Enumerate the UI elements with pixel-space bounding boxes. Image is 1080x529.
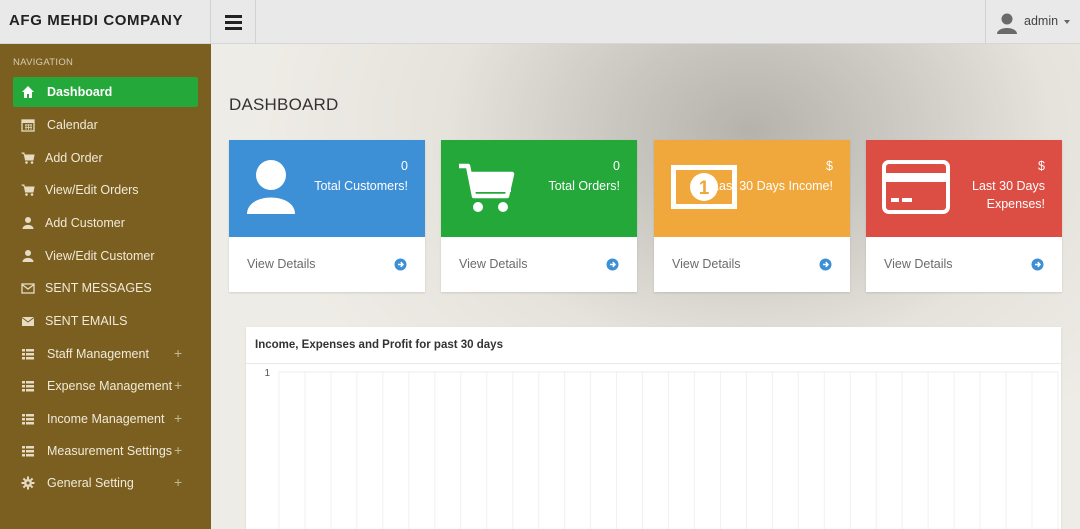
sidebar: NAVIGATION Dashboard Calendar Add Order … xyxy=(0,44,211,529)
sidebar-item-sent-emails[interactable]: SENT EMAILS xyxy=(13,306,198,336)
income-expense-chart: 1 xyxy=(264,368,1059,529)
sidebar-item-income-management[interactable]: Income Management + xyxy=(13,404,198,434)
view-details-label: View Details xyxy=(459,257,528,271)
sidebar-item-label: Measurement Settings xyxy=(47,444,173,458)
sidebar-item-label: View/Edit Customer xyxy=(45,249,155,263)
sidebar-item-label: Add Order xyxy=(45,151,103,165)
hamburger-icon xyxy=(225,15,242,18)
card-label: Last 30 Days Income! xyxy=(712,179,833,193)
card-label: Total Orders! xyxy=(548,179,620,193)
view-details-label: View Details xyxy=(884,257,953,271)
credit-card-icon xyxy=(882,160,950,214)
cart-icon xyxy=(21,184,35,196)
card-label-line: Last 30 Days xyxy=(972,179,1045,193)
arrow-circle-right-icon xyxy=(394,258,407,271)
card-value: 0 xyxy=(401,159,408,173)
caret-down-icon xyxy=(1064,20,1070,24)
svg-text:1: 1 xyxy=(699,178,710,199)
expand-icon: + xyxy=(174,474,183,490)
expand-icon: + xyxy=(174,442,183,458)
sidebar-item-view-edit-orders[interactable]: View/Edit Orders xyxy=(13,175,198,205)
sidebar-item-sent-messages[interactable]: SENT MESSAGES xyxy=(13,273,198,303)
sidebar-item-general-setting[interactable]: General Setting + xyxy=(13,468,198,498)
view-details-link[interactable]: View Details xyxy=(441,237,637,292)
chart-panel-title: Income, Expenses and Profit for past 30 … xyxy=(255,339,503,351)
card-value: $ xyxy=(826,159,833,173)
sidebar-item-label: Expense Management xyxy=(47,379,173,393)
arrow-circle-right-icon xyxy=(819,258,832,271)
sidebar-item-view-edit-customer[interactable]: View/Edit Customer xyxy=(13,241,198,271)
sidebar-item-label: Income Management xyxy=(47,412,165,426)
menu-toggle-button[interactable] xyxy=(211,0,256,44)
calendar-icon xyxy=(21,119,35,132)
sidebar-item-add-customer[interactable]: Add Customer xyxy=(13,208,198,238)
card-expenses: $ Last 30 Days Expenses! View Details xyxy=(866,140,1062,292)
user-icon xyxy=(247,160,295,214)
card-total-orders: 0 Total Orders! View Details xyxy=(441,140,637,292)
list-icon xyxy=(22,414,34,425)
envelope-icon xyxy=(21,317,35,326)
expand-icon: + xyxy=(174,345,183,361)
envelope-outline-icon xyxy=(21,283,35,294)
gear-icon xyxy=(21,476,35,490)
view-details-link[interactable]: View Details xyxy=(229,237,425,292)
view-details-link[interactable]: View Details xyxy=(654,237,850,292)
sidebar-item-dashboard[interactable]: Dashboard xyxy=(13,77,198,107)
card-label: Total Customers! xyxy=(314,179,408,193)
user-icon xyxy=(22,217,34,229)
sidebar-item-label: Dashboard xyxy=(47,85,113,99)
list-icon xyxy=(22,446,34,457)
list-icon xyxy=(22,381,34,392)
sidebar-item-label: Add Customer xyxy=(45,216,125,230)
sidebar-item-label: General Setting xyxy=(47,476,134,490)
user-avatar-icon xyxy=(996,11,1018,34)
user-menu[interactable]: admin xyxy=(985,0,1080,44)
view-details-label: View Details xyxy=(672,257,741,271)
cart-icon xyxy=(21,152,35,164)
chart-panel: Income, Expenses and Profit for past 30 … xyxy=(246,327,1061,529)
sidebar-item-label: Calendar xyxy=(47,118,98,132)
card-label-line: Expenses! xyxy=(986,197,1045,211)
sidebar-item-measurement-settings[interactable]: Measurement Settings + xyxy=(13,436,198,466)
cart-icon xyxy=(459,163,515,212)
card-value: 0 xyxy=(613,159,620,173)
user-name: admin xyxy=(1024,14,1059,28)
sidebar-item-calendar[interactable]: Calendar xyxy=(13,110,198,140)
sidebar-item-label: SENT MESSAGES xyxy=(45,281,152,295)
y-tick-label: 1 xyxy=(264,368,270,379)
sidebar-item-label: SENT EMAILS xyxy=(45,314,128,328)
view-details-link[interactable]: View Details xyxy=(866,237,1062,292)
card-label: Last 30 Days Expenses! xyxy=(972,177,1045,213)
top-navbar: AFG MEHDI COMPANY admin xyxy=(0,0,1080,44)
view-details-label: View Details xyxy=(247,257,316,271)
home-icon xyxy=(22,86,34,98)
sidebar-item-staff-management[interactable]: Staff Management + xyxy=(13,339,198,369)
card-total-customers: 0 Total Customers! View Details xyxy=(229,140,425,292)
page-title: DASHBOARD xyxy=(229,95,339,114)
expand-icon: + xyxy=(174,377,183,393)
expand-icon: + xyxy=(174,410,183,426)
arrow-circle-right-icon xyxy=(1031,258,1044,271)
nav-section-label: NAVIGATION xyxy=(13,57,74,68)
card-income: 1 $ Last 30 Days Income! View Details xyxy=(654,140,850,292)
main-content: DASHBOARD 0 Total Customers! View Detail… xyxy=(211,44,1080,529)
list-icon xyxy=(22,349,34,360)
sidebar-item-add-order[interactable]: Add Order xyxy=(13,143,198,173)
brand-title[interactable]: AFG MEHDI COMPANY xyxy=(0,0,211,44)
arrow-circle-right-icon xyxy=(606,258,619,271)
sidebar-item-label: Staff Management xyxy=(47,347,149,361)
user-icon xyxy=(22,250,34,262)
card-value: $ xyxy=(1038,159,1045,173)
sidebar-item-label: View/Edit Orders xyxy=(45,183,139,197)
sidebar-item-expense-management[interactable]: Expense Management + xyxy=(13,371,198,401)
